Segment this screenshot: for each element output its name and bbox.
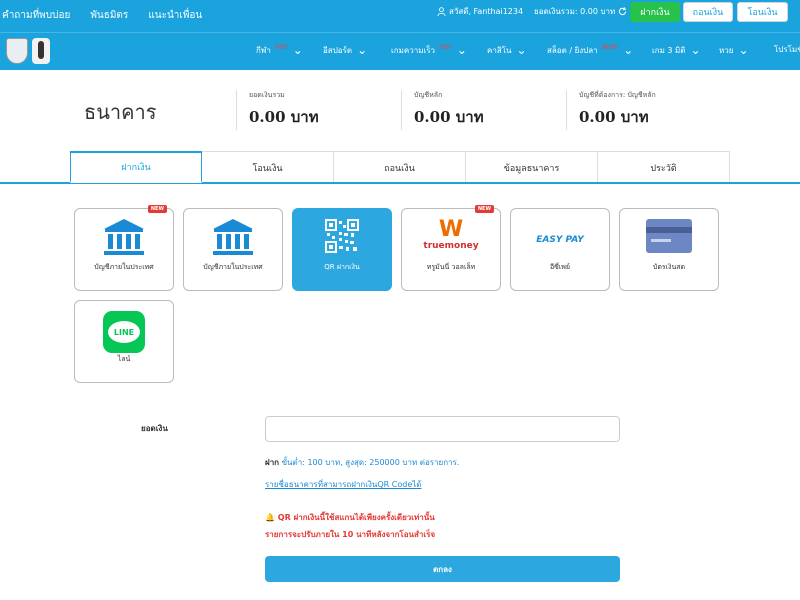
transfer-button[interactable]: โอนเงิน bbox=[737, 2, 788, 22]
hot-badge: HOT bbox=[438, 43, 452, 51]
processing-warning: รายการจะปรับภายใน 10 นาทีหลังจากโอนสำเร็… bbox=[265, 530, 436, 539]
stat-label: ยอดเงินรวม bbox=[249, 91, 285, 99]
page-title: ธนาคาร bbox=[84, 100, 157, 124]
nav-label: คาสิโน bbox=[487, 45, 512, 55]
stat-value: 0.00 บาท bbox=[579, 108, 649, 126]
tab-history[interactable]: ประวัติ bbox=[598, 151, 730, 183]
stat-total-balance: ยอดเงินรวม 0.00 บาท bbox=[236, 90, 319, 130]
main-nav: กีฬา HOT ⌄ อีสปอร์ต ⌄ เกมความเร็ว HOT ⌄ คาสิโ… bbox=[0, 32, 800, 70]
nav-label: อีสปอร์ต bbox=[323, 45, 353, 55]
chevron-down-icon: ⌄ bbox=[292, 43, 303, 57]
new-badge: NEW! bbox=[601, 43, 619, 51]
user-icon bbox=[437, 7, 446, 16]
nav-item-lottery[interactable]: หวย ⌄ bbox=[719, 43, 749, 57]
method-label: อีซี่เพย์ bbox=[549, 263, 571, 271]
chevron-down-icon: ⌄ bbox=[456, 43, 467, 57]
deposit-limits: ฝาก ขั้นต่ำ: 100 บาท, สูงสุด: 250000 บาท… bbox=[265, 456, 459, 469]
chevron-down-icon: ⌄ bbox=[738, 43, 749, 57]
easypay-icon: EASY PAY bbox=[536, 235, 584, 245]
method-label: บัญชีภายในประเทศ bbox=[203, 263, 263, 271]
deposit-button[interactable]: ฝากเงิน bbox=[630, 2, 680, 22]
greeting-text: สวัสดี, Fanthai1234 bbox=[449, 7, 524, 16]
stat-label: บัญชีหลัก bbox=[414, 91, 443, 99]
nav-label: โปรโมชั่ bbox=[774, 45, 800, 54]
amount-label: ยอดเงิน bbox=[141, 424, 168, 433]
total-balance: ยอดเงินรวม: 0.00 บาท bbox=[534, 5, 627, 18]
nav-item-speed-games[interactable]: เกมความเร็ว HOT ⌄ bbox=[391, 43, 467, 57]
truemoney-icon: W truemoney bbox=[423, 217, 479, 252]
line-logo-text: LINE bbox=[108, 321, 140, 343]
method-label: QR ฝากเงิน bbox=[324, 263, 360, 271]
nav-label: เกม 3 มิติ bbox=[652, 45, 686, 55]
tab-transfer[interactable]: โอนเงิน bbox=[202, 151, 334, 183]
hot-badge: HOT bbox=[274, 43, 288, 51]
method-bank-transfer-1[interactable]: NEW บัญชีภายในประเทศ bbox=[74, 205, 174, 291]
nav-item-promotions[interactable]: โปรโมชั่ bbox=[774, 43, 800, 56]
method-truemoney[interactable]: NEW W truemoney ทรูมันนี่ วอลเล็ท bbox=[401, 205, 501, 291]
stat-label: บัญชีที่ต้องการ: บัญชีหลัก bbox=[579, 91, 656, 99]
tab-bank-info[interactable]: ข้อมูลธนาคาร bbox=[466, 151, 598, 183]
nav-item-slots[interactable]: สล็อต / ยิงปลา NEW! ⌄ bbox=[547, 43, 633, 57]
method-bank-transfer-2[interactable]: บัญชีภายในประเทศ bbox=[183, 208, 283, 291]
warning-text-1: QR ฝากเงินนี้ใช้สแกนได้เพียงครั้งเดียวเท… bbox=[277, 513, 435, 522]
bank-tabs: ฝากเงิน โอนเงิน ถอนเงิน ข้อมูลธนาคาร ประ… bbox=[70, 151, 730, 183]
method-qr-deposit[interactable]: QR ฝากเงิน bbox=[292, 208, 392, 291]
qr-bank-list-link[interactable]: รายชื่อธนาคารที่สามารถฝากเงินQR Codeได้ bbox=[265, 478, 421, 491]
method-label: ทรูมันนี่ วอลเล็ท bbox=[426, 263, 476, 271]
nav-item-casino[interactable]: คาสิโน ⌄ bbox=[487, 43, 527, 57]
stat-value: 0.00 บาท bbox=[414, 108, 484, 126]
refer-friend-link[interactable]: แนะนำเพื่อน bbox=[148, 8, 202, 23]
balance-text: ยอดเงินรวม: 0.00 บาท bbox=[534, 7, 616, 16]
bell-icon: 🔔 bbox=[265, 513, 275, 522]
nav-label: หวย bbox=[719, 45, 734, 55]
qr-code-icon bbox=[325, 219, 359, 253]
submit-button[interactable]: ตกลง bbox=[265, 556, 620, 582]
nav-item-sports[interactable]: กีฬา HOT ⌄ bbox=[256, 43, 303, 57]
method-label: บัตรเงินสด bbox=[652, 263, 686, 271]
top-bar: คำถามที่พบบ่อย พันธมิตร แนะนำเพื่อน สวัส… bbox=[0, 0, 800, 32]
user-greeting[interactable]: สวัสดี, Fanthai1234 bbox=[437, 5, 523, 18]
top-links: คำถามที่พบบ่อย พันธมิตร แนะนำเพื่อน bbox=[2, 8, 202, 23]
method-label: ไลน์ bbox=[117, 355, 131, 363]
faq-link[interactable]: คำถามที่พบบ่อย bbox=[2, 8, 70, 23]
tab-withdraw[interactable]: ถอนเงิน bbox=[334, 151, 466, 183]
chevron-down-icon: ⌄ bbox=[357, 43, 368, 57]
chevron-down-icon: ⌄ bbox=[516, 43, 527, 57]
method-cash-card[interactable]: บัตรเงินสด bbox=[619, 208, 719, 291]
chevron-down-icon: ⌄ bbox=[690, 43, 701, 57]
qr-warning: 🔔 QR ฝากเงินนี้ใช้สแกนได้เพียงครั้งเดียว… bbox=[265, 511, 435, 524]
line-icon: LINE bbox=[103, 311, 145, 353]
new-badge: NEW bbox=[147, 205, 167, 213]
nav-item-esports[interactable]: อีสปอร์ต ⌄ bbox=[323, 43, 367, 57]
bank-icon bbox=[104, 219, 144, 257]
partner-link[interactable]: พันธมิตร bbox=[90, 8, 128, 23]
tab-deposit[interactable]: ฝากเงิน bbox=[70, 151, 202, 183]
chevron-down-icon: ⌄ bbox=[623, 43, 634, 57]
stat-main-account: บัญชีหลัก 0.00 บาท bbox=[401, 90, 484, 130]
method-line[interactable]: LINE ไลน์ bbox=[74, 300, 174, 383]
cash-card-icon bbox=[646, 219, 692, 253]
limits-prefix: ฝาก bbox=[265, 458, 280, 467]
nav-label: กีฬา bbox=[256, 45, 271, 55]
nav-item-3d-games[interactable]: เกม 3 มิติ ⌄ bbox=[652, 43, 701, 57]
method-easypay[interactable]: EASY PAY อีซี่เพย์ bbox=[510, 208, 610, 291]
withdraw-button[interactable]: ถอนเงิน bbox=[683, 2, 733, 22]
truemoney-logo-text: truemoney bbox=[423, 241, 479, 251]
nav-label: เกมความเร็ว bbox=[391, 45, 435, 55]
stat-target-account: บัญชีที่ต้องการ: บัญชีหลัก 0.00 บาท bbox=[566, 90, 656, 130]
refresh-icon[interactable] bbox=[618, 7, 627, 16]
method-label: บัญชีภายในประเทศ bbox=[94, 263, 154, 271]
nav-label: สล็อต / ยิงปลา bbox=[547, 45, 598, 55]
bank-icon bbox=[213, 219, 253, 257]
new-badge: NEW bbox=[474, 205, 494, 213]
amount-input[interactable] bbox=[265, 416, 620, 442]
stat-value: 0.00 บาท bbox=[249, 108, 319, 126]
limits-text: ขั้นต่ำ: 100 บาท, สูงสุด: 250000 บาท ต่อ… bbox=[281, 458, 460, 467]
